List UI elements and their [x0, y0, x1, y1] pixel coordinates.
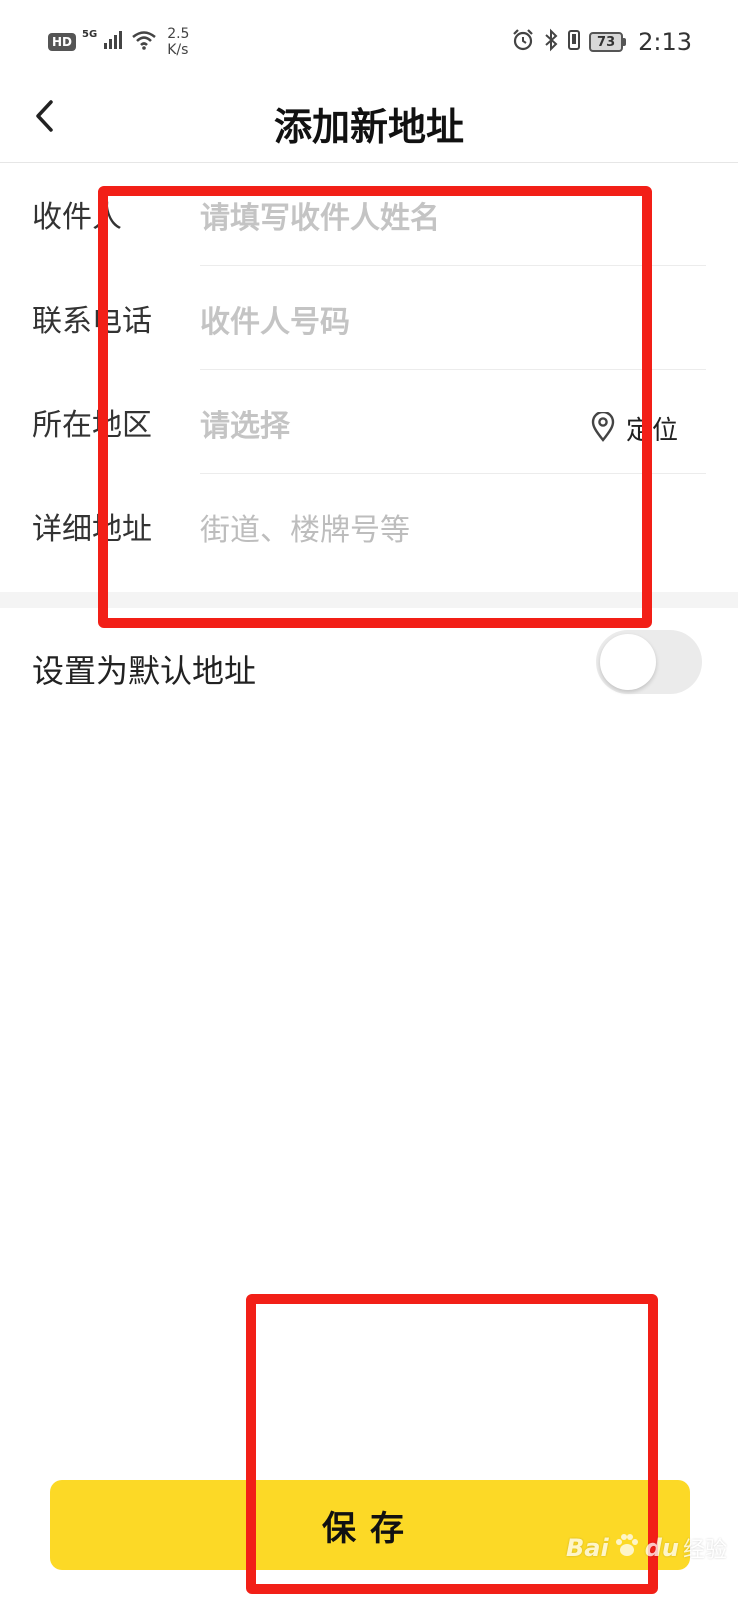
page-title: 添加新地址: [273, 105, 464, 149]
status-right: 73 2:13: [511, 28, 692, 56]
default-address-label: 设置为默认地址: [32, 652, 257, 690]
watermark-brand-mark: du: [644, 1534, 679, 1562]
net-speed-value: 2.5: [167, 26, 190, 42]
street-address-input[interactable]: [200, 508, 580, 552]
locate-label: 定位: [626, 416, 679, 446]
baidu-watermark: Bai du 经验: [566, 1532, 727, 1564]
recipient-name-input[interactable]: [200, 196, 580, 240]
default-address-toggle[interactable]: [596, 630, 702, 694]
status-bar: HD 5G 2.5 K/s 73 2:13: [0, 0, 738, 84]
section-divider: [0, 592, 738, 608]
address-label: 详细地址: [32, 512, 152, 547]
address-row: 详细地址: [0, 474, 738, 578]
battery-level: 73: [589, 32, 624, 52]
paw-icon: [613, 1532, 641, 1564]
phone-input[interactable]: [200, 300, 580, 344]
watermark-brand: Bai: [566, 1534, 609, 1562]
bluetooth-icon: [543, 28, 559, 56]
vibrate-icon: [567, 28, 581, 56]
phone-label: 联系电话: [32, 304, 152, 339]
locate-button[interactable]: 定位: [590, 410, 678, 447]
net-speed-unit: K/s: [167, 42, 189, 58]
battery-tip: [623, 38, 627, 46]
battery-icon: 73: [589, 32, 627, 52]
wifi-icon: [131, 30, 157, 54]
watermark-sub: 经验: [682, 1538, 727, 1563]
clock: 2:13: [638, 28, 692, 56]
nav-bar: 添加新地址: [0, 84, 738, 163]
location-pin-icon: [590, 410, 616, 446]
phone-row: 联系电话: [0, 266, 738, 370]
network-type: 5G: [82, 28, 98, 40]
address-form: 收件人 联系电话 所在地区 定位 详细地址: [0, 162, 738, 578]
alarm-icon: [511, 28, 535, 56]
toggle-knob: [600, 634, 656, 690]
region-select[interactable]: [200, 404, 580, 448]
signal-icon: [103, 30, 125, 54]
net-speed: 2.5 K/s: [167, 26, 189, 58]
status-left: HD 5G 2.5 K/s: [48, 26, 189, 58]
hd-badge: HD: [48, 33, 77, 51]
region-row: 所在地区 定位: [0, 370, 738, 474]
recipient-row: 收件人: [0, 162, 738, 266]
recipient-label: 收件人: [32, 200, 122, 235]
default-address-row: 设置为默认地址: [0, 608, 738, 718]
region-label: 所在地区: [32, 408, 152, 443]
